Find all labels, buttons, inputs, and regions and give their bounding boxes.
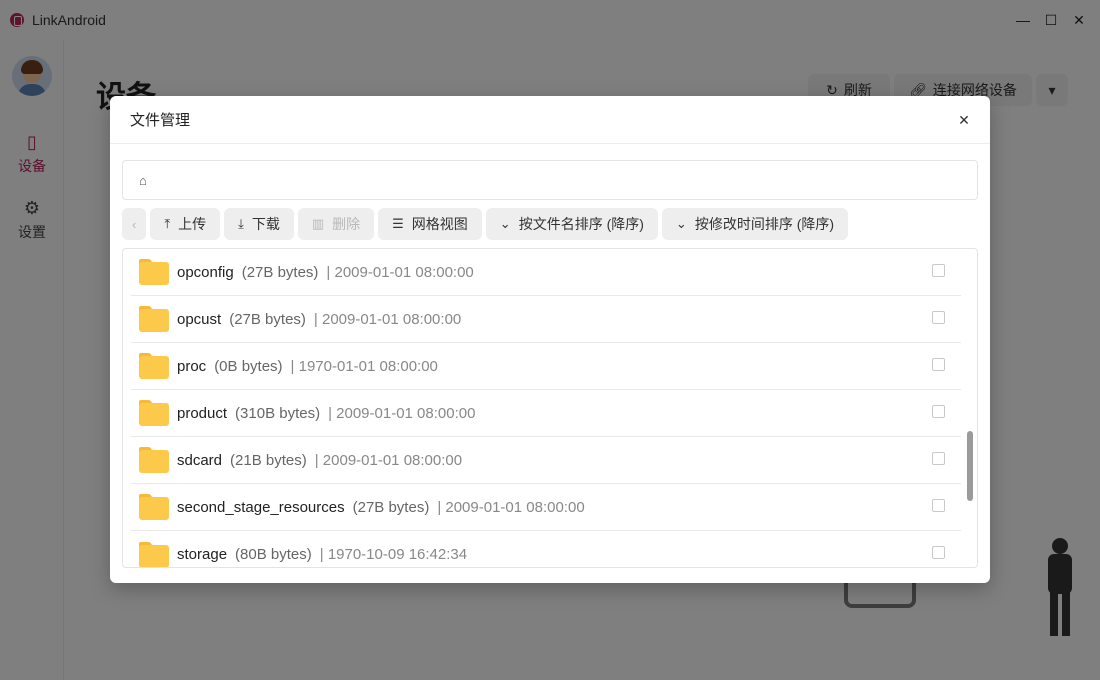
- file-size: (21B bytes): [230, 451, 307, 469]
- list-item[interactable]: proc (0B bytes) | 1970-01-01 08:00:00: [131, 343, 961, 390]
- sort-name-label: 按文件名排序 (降序): [518, 216, 644, 232]
- file-date: | 2009-01-01 08:00:00: [314, 451, 463, 469]
- file-name: proc: [177, 357, 207, 375]
- folder-icon: [139, 306, 169, 332]
- sort-by-time-button[interactable]: ⌄ 按修改时间排序 (降序): [661, 208, 849, 240]
- file-size: (0B bytes): [214, 357, 283, 375]
- list-item[interactable]: storage (80B bytes) | 1970-10-09 16:42:3…: [131, 531, 961, 567]
- file-name: product: [177, 404, 228, 422]
- file-manager-dialog: 文件管理 ✕ ⌂ ‹ ⤒ 上传 ⤓ 下载 ▥ 删除 ☰ 网格视图 ⌄ 按文件名排…: [110, 96, 990, 583]
- file-name: storage: [177, 546, 228, 563]
- file-date: | 1970-10-09 16:42:34: [319, 546, 468, 563]
- chevron-down-icon: ⌄: [675, 216, 687, 231]
- path-breadcrumb: ⌂: [122, 160, 978, 200]
- list-item[interactable]: sdcard (21B bytes) | 2009-01-01 08:00:00: [131, 437, 961, 484]
- close-dialog-button[interactable]: ✕: [954, 110, 974, 130]
- sort-by-name-button[interactable]: ⌄ 按文件名排序 (降序): [485, 208, 658, 240]
- delete-button[interactable]: ▥ 删除: [297, 208, 375, 240]
- list-scrollbar[interactable]: [967, 431, 973, 501]
- sort-time-label: 按修改时间排序 (降序): [694, 216, 835, 232]
- trash-icon: ▥: [311, 216, 325, 231]
- file-name: second_stage_resources: [177, 498, 345, 516]
- file-toolbar: ‹ ⤒ 上传 ⤓ 下载 ▥ 删除 ☰ 网格视图 ⌄ 按文件名排序 (降序) ⌄ …: [122, 208, 849, 240]
- file-date: | 2009-01-01 08:00:00: [328, 404, 476, 422]
- select-checkbox[interactable]: [932, 264, 945, 277]
- download-label: 下载: [251, 216, 280, 232]
- file-list: opconfig (27B bytes) | 2009-01-01 08:00:…: [122, 248, 978, 568]
- file-date: | 2009-01-01 08:00:00: [313, 310, 462, 328]
- folder-icon: [139, 541, 169, 567]
- select-checkbox[interactable]: [932, 546, 945, 559]
- folder-icon: [139, 494, 169, 520]
- list-item[interactable]: second_stage_resources (27B bytes) | 200…: [131, 484, 961, 531]
- select-checkbox[interactable]: [932, 499, 945, 512]
- grid-view-label: 网格视图: [411, 216, 468, 232]
- upload-icon: ⤒: [164, 216, 171, 231]
- grid-view-button[interactable]: ☰ 网格视图: [378, 208, 482, 240]
- delete-label: 删除: [332, 216, 361, 232]
- list-item[interactable]: opconfig (27B bytes) | 2009-01-01 08:00:…: [131, 249, 961, 296]
- folder-icon: [139, 259, 169, 285]
- select-checkbox[interactable]: [932, 452, 945, 465]
- file-date: | 2009-01-01 08:00:00: [326, 263, 474, 281]
- file-name: sdcard: [177, 451, 223, 469]
- file-date: | 2009-01-01 08:00:00: [437, 498, 585, 516]
- list-item[interactable]: product (310B bytes) | 2009-01-01 08:00:…: [131, 390, 961, 437]
- dialog-header: 文件管理: [110, 96, 990, 144]
- list-item[interactable]: opcust (27B bytes) | 2009-01-01 08:00:00: [131, 296, 961, 343]
- file-size: (27B bytes): [241, 263, 319, 281]
- back-button[interactable]: ‹: [122, 208, 147, 240]
- download-button[interactable]: ⤓ 下载: [224, 208, 294, 240]
- select-checkbox[interactable]: [932, 311, 945, 324]
- folder-icon: [139, 400, 169, 426]
- folder-icon: [139, 353, 169, 379]
- select-checkbox[interactable]: [932, 358, 945, 371]
- chevron-left-icon: ‹: [132, 216, 137, 232]
- file-size: (80B bytes): [235, 546, 312, 563]
- upload-label: 上传: [178, 216, 207, 232]
- file-size: (310B bytes): [235, 404, 321, 422]
- file-size: (27B bytes): [229, 310, 306, 328]
- folder-icon: [139, 447, 169, 473]
- file-name: opcust: [177, 310, 222, 328]
- file-date: | 1970-01-01 08:00:00: [290, 357, 438, 375]
- dialog-title: 文件管理: [130, 112, 191, 129]
- close-icon: ✕: [958, 111, 970, 128]
- download-icon: ⤓: [238, 216, 244, 231]
- select-checkbox[interactable]: [932, 405, 945, 418]
- home-icon[interactable]: ⌂: [139, 173, 147, 188]
- file-name: opconfig: [177, 263, 234, 281]
- upload-button[interactable]: ⤒ 上传: [150, 208, 221, 240]
- list-icon: ☰: [392, 216, 404, 231]
- file-size: (27B bytes): [352, 498, 430, 516]
- chevron-down-icon: ⌄: [499, 216, 511, 231]
